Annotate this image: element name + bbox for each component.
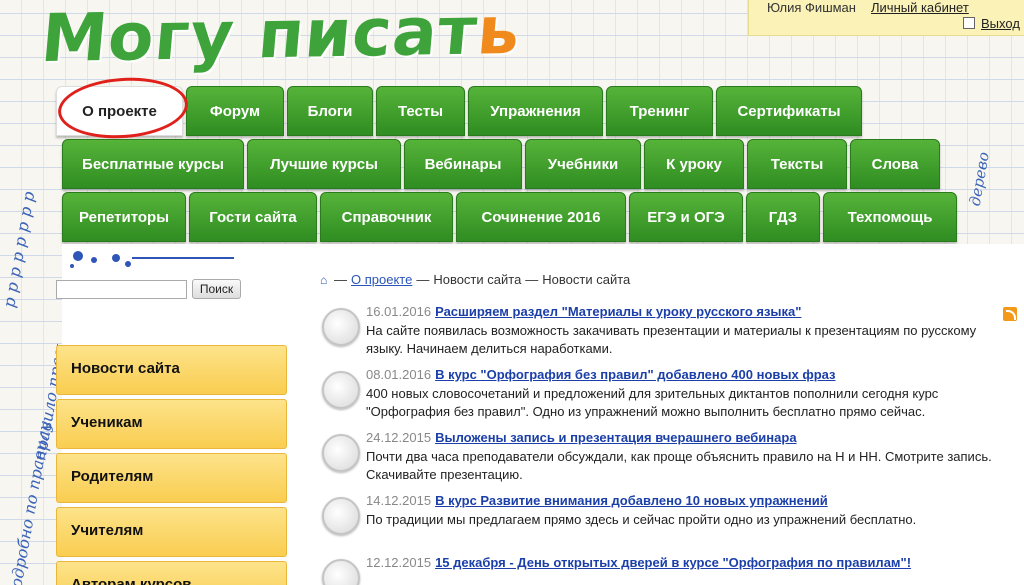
tab-webinars[interactable]: Вебинары [404, 139, 522, 189]
breadcrumb-item: Новости сайта [433, 272, 522, 287]
breadcrumb-current: Новости сайта [542, 272, 631, 287]
news-title-link[interactable]: Выложены запись и презентация вчерашнего… [435, 430, 796, 445]
user-bar: Юлия Фишман Личный кабинет Выход [748, 0, 1024, 36]
tab-site-guests[interactable]: Гости сайта [189, 192, 317, 242]
logout-icon[interactable] [963, 17, 975, 29]
news-date: 12.12.2015 [366, 555, 432, 570]
tab-gdz[interactable]: ГДЗ [746, 192, 820, 242]
ink-blots-decoration [70, 251, 234, 268]
tab-words[interactable]: Слова [850, 139, 940, 189]
tab-to-lesson[interactable]: К уроку [644, 139, 744, 189]
tab-free-courses[interactable]: Бесплатные курсы [62, 139, 244, 189]
home-icon[interactable]: ⌂ [320, 274, 330, 286]
breadcrumb-sep: — [416, 272, 430, 287]
tab-textbooks[interactable]: Учебники [525, 139, 641, 189]
news-text: По традиции мы предлагаем прямо здесь и … [366, 512, 917, 527]
news-text: 400 новых словосочетаний и предложений д… [366, 386, 939, 419]
news-thumbnail[interactable] [322, 434, 360, 472]
tab-forum[interactable]: Форум [186, 86, 284, 136]
news-title-link[interactable]: В курс Развитие внимания добавлено 10 но… [435, 493, 828, 508]
tab-exercises[interactable]: Упражнения [468, 86, 603, 136]
news-thumbnail[interactable] [322, 497, 360, 535]
tab-tests[interactable]: Тесты [376, 86, 465, 136]
logo-accent-letter: ь [474, 0, 524, 70]
sidebar-item-course-authors[interactable]: Авторам курсов [56, 561, 287, 585]
news-title-link[interactable]: 15 декабря - День открытых дверей в курс… [435, 555, 911, 570]
user-name: Юлия Фишман [767, 0, 856, 15]
news-title-link[interactable]: Расширяем раздел "Материалы к уроку русс… [435, 304, 801, 319]
search-button[interactable]: Поиск [192, 279, 241, 299]
logout-link[interactable]: Выход [981, 16, 1020, 31]
site-logo[interactable]: Могу писать [38, 0, 524, 77]
news-date: 16.01.2016 [366, 304, 432, 319]
news-thumbnail[interactable] [322, 308, 360, 346]
tab-tutors[interactable]: Репетиторы [62, 192, 186, 242]
tab-essay-2016[interactable]: Сочинение 2016 [456, 192, 626, 242]
sidebar-item-teachers[interactable]: Учителям [56, 507, 287, 557]
breadcrumb: ⌂ — О проекте — Новости сайта — Новости … [320, 272, 630, 287]
news-text: На сайте появилась возможность закачиват… [366, 323, 977, 356]
tab-about[interactable]: О проекте [56, 86, 183, 136]
news-title-link[interactable]: В курс "Орфография без правил" добавлено… [435, 367, 835, 382]
breadcrumb-sep: — [525, 272, 539, 287]
sidebar-item-parents[interactable]: Родителям [56, 453, 287, 503]
handwriting-decoration-left: р р р р р р р р правило правило подробно… [0, 189, 58, 585]
breadcrumb-link-about[interactable]: О проекте [351, 272, 412, 287]
personal-cabinet-link[interactable]: Личный кабинет [871, 0, 969, 15]
search-input[interactable] [56, 280, 187, 299]
tab-best-courses[interactable]: Лучшие курсы [247, 139, 401, 189]
breadcrumb-sep: — [334, 272, 347, 287]
handwriting-decoration-right: дерево [965, 150, 993, 208]
tab-certificates[interactable]: Сертификаты [716, 86, 862, 136]
tab-reference[interactable]: Справочник [320, 192, 453, 242]
news-date: 08.01.2016 [366, 367, 432, 382]
tab-texts[interactable]: Тексты [747, 139, 847, 189]
tab-training[interactable]: Тренинг [606, 86, 713, 136]
news-date: 14.12.2015 [366, 493, 432, 508]
tab-ege-oge[interactable]: ЕГЭ и ОГЭ [629, 192, 743, 242]
news-thumbnail[interactable] [322, 371, 360, 409]
news-text: Почти два часа преподаватели обсуждали, … [366, 449, 992, 482]
news-date: 24.12.2015 [366, 430, 432, 445]
tab-blogs[interactable]: Блоги [287, 86, 373, 136]
rss-icon[interactable] [1003, 307, 1017, 321]
sidebar-item-students[interactable]: Ученикам [56, 399, 287, 449]
logo-text: Могу писат [38, 0, 481, 78]
sidebar-item-site-news[interactable]: Новости сайта [56, 345, 287, 395]
tab-tech-help[interactable]: Техпомощь [823, 192, 957, 242]
